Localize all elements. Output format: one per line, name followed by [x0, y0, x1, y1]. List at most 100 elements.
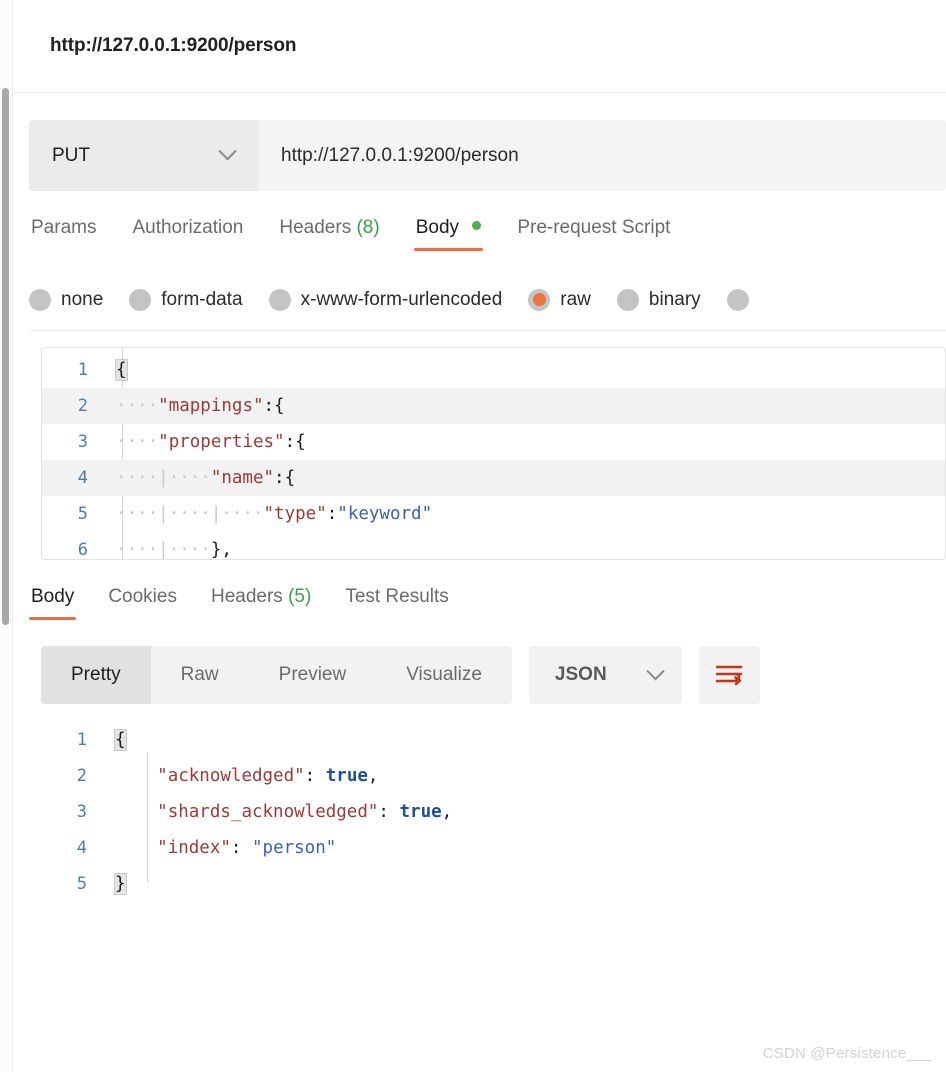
code-token-key: "mappings": [158, 396, 263, 416]
code-token-punct: :{: [285, 432, 306, 452]
code-line: 1 {: [41, 722, 946, 758]
page-scrollbar[interactable]: [2, 88, 9, 625]
line-number: 1: [42, 352, 116, 388]
body-type-graphql[interactable]: [727, 289, 759, 311]
code-token-key: "name": [211, 468, 274, 488]
response-tab-body[interactable]: Body: [29, 580, 76, 626]
view-mode-pretty-label: Pretty: [71, 664, 121, 686]
page-title: http://127.0.0.1:9200/person: [50, 35, 296, 57]
code-token-string: "keyword": [337, 504, 432, 524]
request-body-code[interactable]: 1 { 2 ····"mappings":{ 3 ····"properties…: [42, 348, 945, 560]
wrap-lines-icon: [714, 662, 744, 688]
view-mode-raw[interactable]: Raw: [151, 646, 249, 704]
radio-icon: [29, 289, 51, 311]
tab-body[interactable]: Body: [414, 211, 484, 257]
body-type-urlencoded[interactable]: x-www-form-urlencoded: [269, 289, 503, 311]
view-mode-visualize-label: Visualize: [406, 664, 482, 686]
code-line: 2 "acknowledged": true,: [41, 758, 946, 794]
view-mode-preview[interactable]: Preview: [249, 646, 377, 704]
response-format-select[interactable]: JSON: [529, 646, 682, 704]
code-line: 1 {: [42, 352, 945, 388]
body-type-form-data[interactable]: form-data: [129, 289, 242, 311]
line-number: 4: [42, 460, 116, 496]
code-token-punct: :{: [274, 468, 295, 488]
response-tab-headers-count: (5): [288, 586, 311, 607]
wrap-lines-button[interactable]: [699, 646, 760, 704]
indent-guide: ····|····: [116, 468, 211, 488]
code-line: 5 ····|····|····"type":"keyword": [42, 496, 945, 532]
code-token: {: [116, 360, 127, 380]
response-tab-test-results-label: Test Results: [345, 586, 448, 607]
url-bar: PUT http://127.0.0.1:9200/person: [29, 120, 946, 191]
line-number: 4: [41, 830, 115, 866]
url-input[interactable]: http://127.0.0.1:9200/person: [258, 120, 946, 191]
view-mode-visualize[interactable]: Visualize: [376, 646, 512, 704]
code-token-comma: ,: [442, 802, 453, 822]
code-token-bool: true: [326, 766, 368, 786]
code-token-key: "acknowledged": [157, 766, 305, 786]
code-token: {: [115, 730, 126, 750]
response-tab-headers-label: Headers: [211, 586, 283, 607]
radio-selected-icon: [528, 289, 550, 311]
body-type-binary-label: binary: [649, 289, 701, 311]
code-token: },: [211, 540, 232, 560]
indent-guide: ····: [116, 396, 158, 416]
line-number: 2: [42, 388, 116, 424]
tab-authorization[interactable]: Authorization: [130, 211, 245, 257]
body-type-radio-group: none form-data x-www-form-urlencoded raw…: [29, 269, 946, 331]
tab-pre-request-script[interactable]: Pre-request Script: [515, 211, 672, 257]
response-tab-cookies-label: Cookies: [108, 586, 177, 607]
line-number: 5: [41, 866, 115, 902]
radio-icon: [617, 289, 639, 311]
code-line: 6 ····|····},: [42, 532, 945, 560]
view-mode-raw-label: Raw: [181, 664, 219, 686]
response-tab-test-results[interactable]: Test Results: [343, 580, 450, 626]
radio-icon: [129, 289, 151, 311]
tab-headers-label: Headers: [279, 217, 351, 238]
code-line: 2 ····"mappings":{: [42, 388, 945, 424]
tab-params[interactable]: Params: [29, 211, 98, 257]
body-type-raw[interactable]: raw: [528, 289, 591, 311]
code-token-key: "shards_acknowledged": [157, 802, 378, 822]
request-response-pane: http://127.0.0.1:9200/person PUT http://…: [13, 0, 946, 1072]
response-body-code[interactable]: 1 { 2 "acknowledged": true, 3 "shards_ac…: [41, 722, 946, 902]
tab-headers[interactable]: Headers (8): [277, 211, 381, 257]
code-token-key: "type": [264, 504, 327, 524]
code-token-comma: ,: [368, 766, 379, 786]
tab-body-label: Body: [416, 217, 459, 238]
code-line: 5 }: [41, 866, 946, 902]
line-number: 3: [41, 794, 115, 830]
body-type-form-data-label: form-data: [161, 289, 242, 311]
http-method-label: PUT: [52, 145, 90, 167]
request-body-editor[interactable]: 1 { 2 ····"mappings":{ 3 ····"properties…: [41, 347, 946, 560]
line-number: 5: [42, 496, 116, 532]
body-type-raw-label: raw: [560, 289, 591, 311]
line-number: 6: [42, 532, 116, 560]
body-type-none[interactable]: none: [29, 289, 103, 311]
code-token-bool: true: [400, 802, 442, 822]
indent-guide: ····|····|····: [116, 504, 264, 524]
http-method-select[interactable]: PUT: [29, 120, 258, 191]
response-format-label: JSON: [555, 664, 607, 686]
response-view-mode-group: Pretty Raw Preview Visualize: [41, 646, 512, 704]
green-dot-icon: [472, 221, 481, 230]
code-token: }: [115, 874, 126, 894]
radio-icon: [727, 289, 749, 311]
code-token-string: "person": [252, 838, 336, 858]
code-line: 4 ····|····"name":{: [42, 460, 945, 496]
view-mode-pretty[interactable]: Pretty: [41, 646, 151, 704]
body-type-none-label: none: [61, 289, 103, 311]
watermark: CSDN @Persistence___: [763, 1045, 932, 1062]
response-tab-cookies[interactable]: Cookies: [106, 580, 179, 626]
line-number: 2: [41, 758, 115, 794]
tab-authorization-label: Authorization: [132, 217, 243, 238]
code-token-punct: :: [378, 802, 399, 822]
code-line: 3 ····"properties":{: [42, 424, 945, 460]
code-token-punct: :{: [264, 396, 285, 416]
request-tabs: Params Authorization Headers (8) Body Pr…: [29, 211, 946, 269]
tab-params-label: Params: [31, 217, 96, 238]
code-token-key: "index": [157, 838, 231, 858]
body-type-urlencoded-label: x-www-form-urlencoded: [301, 289, 503, 311]
response-tab-headers[interactable]: Headers (5): [209, 580, 313, 626]
body-type-binary[interactable]: binary: [617, 289, 701, 311]
